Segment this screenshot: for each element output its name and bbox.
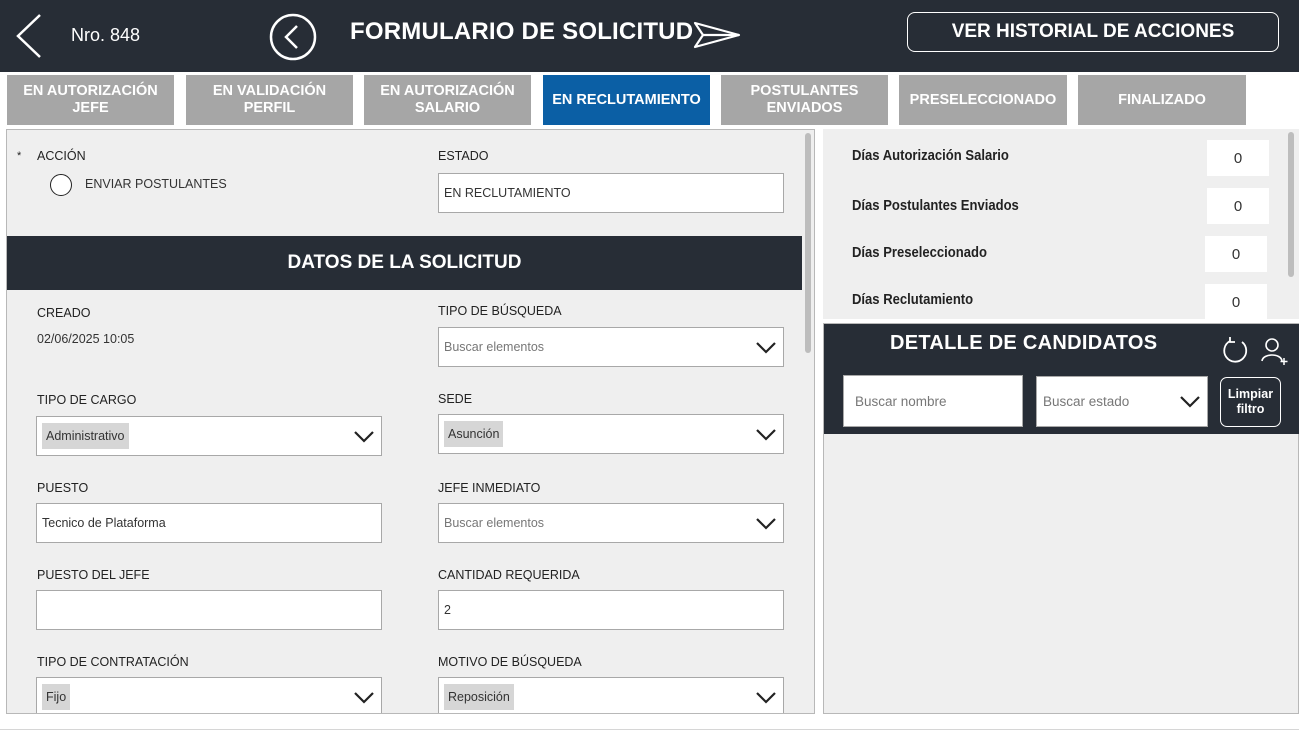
puesto-label: PUESTO (37, 481, 89, 495)
chevron-down-icon (1180, 396, 1200, 408)
chevron-down-icon (756, 429, 776, 441)
form-scrollbar[interactable] (804, 130, 814, 713)
puesto-field[interactable]: Tecnico de Plataforma (36, 503, 382, 543)
chevron-down-icon (354, 692, 374, 704)
days-label-autorizacion-salario: Días Autorización Salario (852, 148, 1009, 164)
days-label-postulantes-enviados: Días Postulantes Enviados (852, 198, 1019, 214)
motivo-label: MOTIVO DE BÚSQUEDA (438, 655, 582, 669)
section-header: DATOS DE LA SOLICITUD (7, 236, 802, 290)
days-panel: Días Autorización Salario 0 Días Postula… (823, 129, 1299, 319)
accion-option-label: ENVIAR POSTULANTES (85, 177, 227, 191)
jefe-inmediato-placeholder: Buscar elementos (444, 516, 545, 530)
tipo-contratacion-value: Fijo (42, 684, 71, 710)
search-name-placeholder: Buscar nombre (855, 393, 947, 409)
chevron-down-icon (756, 342, 776, 354)
form-scrollbar-thumb[interactable] (805, 133, 811, 353)
tipo-cargo-label: TIPO DE CARGO (37, 393, 137, 407)
search-state-dropdown[interactable]: Buscar estado (1036, 376, 1208, 427)
chevron-down-icon (354, 431, 374, 443)
tipo-busqueda-dropdown[interactable]: Buscar elementos (438, 327, 784, 367)
request-form-panel: * ACCIÓN ENVIAR POSTULANTES ESTADO EN RE… (6, 129, 815, 714)
tipo-busqueda-label: TIPO DE BÚSQUEDA (438, 304, 562, 318)
record-number: Nro. 848 (71, 25, 141, 45)
days-value-reclutamiento: 0 (1205, 284, 1267, 319)
puesto-jefe-label: PUESTO DEL JEFE (37, 568, 150, 582)
tipo-contratacion-label: TIPO DE CONTRATACIÓN (37, 655, 189, 669)
estado-field[interactable]: EN RECLUTAMIENTO (438, 173, 784, 213)
sede-label: SEDE (438, 392, 473, 406)
days-value-postulantes-enviados: 0 (1207, 188, 1269, 224)
required-mark: * (17, 150, 22, 162)
refresh-icon[interactable] (1220, 336, 1250, 366)
tab-finalizado[interactable]: FINALIZADO (1078, 75, 1246, 125)
chevron-down-icon (756, 518, 776, 530)
tipo-busqueda-placeholder: Buscar elementos (444, 340, 545, 354)
tipo-contratacion-dropdown[interactable]: Fijo (36, 677, 382, 713)
section-title: DATOS DE LA SOLICITUD (287, 252, 522, 273)
motivo-value: Reposición (444, 684, 514, 710)
tipo-cargo-dropdown[interactable]: Administrativo (36, 416, 382, 456)
app-root: Nro. 848 FORMULARIO DE SOLICITUD VER HIS… (0, 0, 1299, 732)
jefe-inmediato-label: JEFE INMEDIATO (438, 481, 541, 495)
search-name-input[interactable]: Buscar nombre (843, 375, 1023, 427)
days-value-preseleccionado: 0 (1205, 236, 1267, 272)
page-title: FORMULARIO DE SOLICITUD (350, 18, 694, 45)
candidates-header: DETALLE DE CANDIDATOS Buscar nombre Busc… (824, 324, 1299, 434)
send-icon[interactable] (693, 20, 743, 50)
enviar-postulantes-radio[interactable] (50, 174, 72, 196)
sede-dropdown[interactable]: Asunción (438, 414, 784, 454)
jefe-inmediato-dropdown[interactable]: Buscar elementos (438, 503, 784, 543)
cantidad-label: CANTIDAD REQUERIDA (438, 568, 580, 582)
days-label-reclutamiento: Días Reclutamiento (852, 292, 974, 308)
back-chevron-icon[interactable] (14, 12, 46, 60)
view-history-button[interactable]: VER HISTORIAL DE ACCIONES (907, 12, 1279, 52)
tab-autorizacion-salario[interactable]: EN AUTORIZACIÓN SALARIO (364, 75, 531, 125)
creado-value: 02/06/2025 10:05 (37, 332, 135, 346)
tab-autorizacion-jefe[interactable]: EN AUTORIZACIÓN JEFE (7, 75, 174, 125)
candidates-title: DETALLE DE CANDIDATOS (890, 332, 1158, 354)
estado-label: ESTADO (438, 149, 489, 163)
puesto-jefe-field[interactable] (36, 590, 382, 630)
days-scrollbar[interactable] (1288, 132, 1294, 277)
circle-back-icon[interactable] (268, 12, 318, 62)
creado-label: CREADO (37, 306, 91, 320)
motivo-dropdown[interactable]: Reposición (438, 677, 784, 713)
cantidad-value: 2 (444, 603, 451, 617)
tab-preseleccionado[interactable]: PRESELECCIONADO (899, 75, 1067, 125)
accion-label: ACCIÓN (37, 149, 86, 163)
add-user-icon[interactable] (1260, 336, 1290, 366)
cantidad-field[interactable]: 2 (438, 590, 784, 630)
chevron-down-icon (756, 692, 776, 704)
top-bar: Nro. 848 FORMULARIO DE SOLICITUD VER HIS… (0, 0, 1299, 72)
tipo-cargo-value: Administrativo (42, 423, 129, 449)
puesto-value: Tecnico de Plataforma (42, 516, 166, 530)
sede-value: Asunción (444, 421, 504, 447)
tab-postulantes-enviados[interactable]: POSTULANTES ENVIADOS (721, 75, 888, 125)
candidates-panel: DETALLE DE CANDIDATOS Buscar nombre Busc… (823, 323, 1299, 714)
tab-validacion-perfil[interactable]: EN VALIDACIÓN PERFIL (186, 75, 353, 125)
estado-value: EN RECLUTAMIENTO (444, 186, 571, 200)
days-value-autorizacion-salario: 0 (1207, 140, 1269, 176)
search-state-placeholder: Buscar estado (1043, 394, 1130, 409)
bottom-divider (0, 729, 1299, 730)
days-label-preseleccionado: Días Preseleccionado (852, 245, 987, 261)
tab-reclutamiento[interactable]: EN RECLUTAMIENTO (543, 75, 710, 125)
clear-filter-button[interactable]: Limpiar filtro (1220, 377, 1281, 427)
